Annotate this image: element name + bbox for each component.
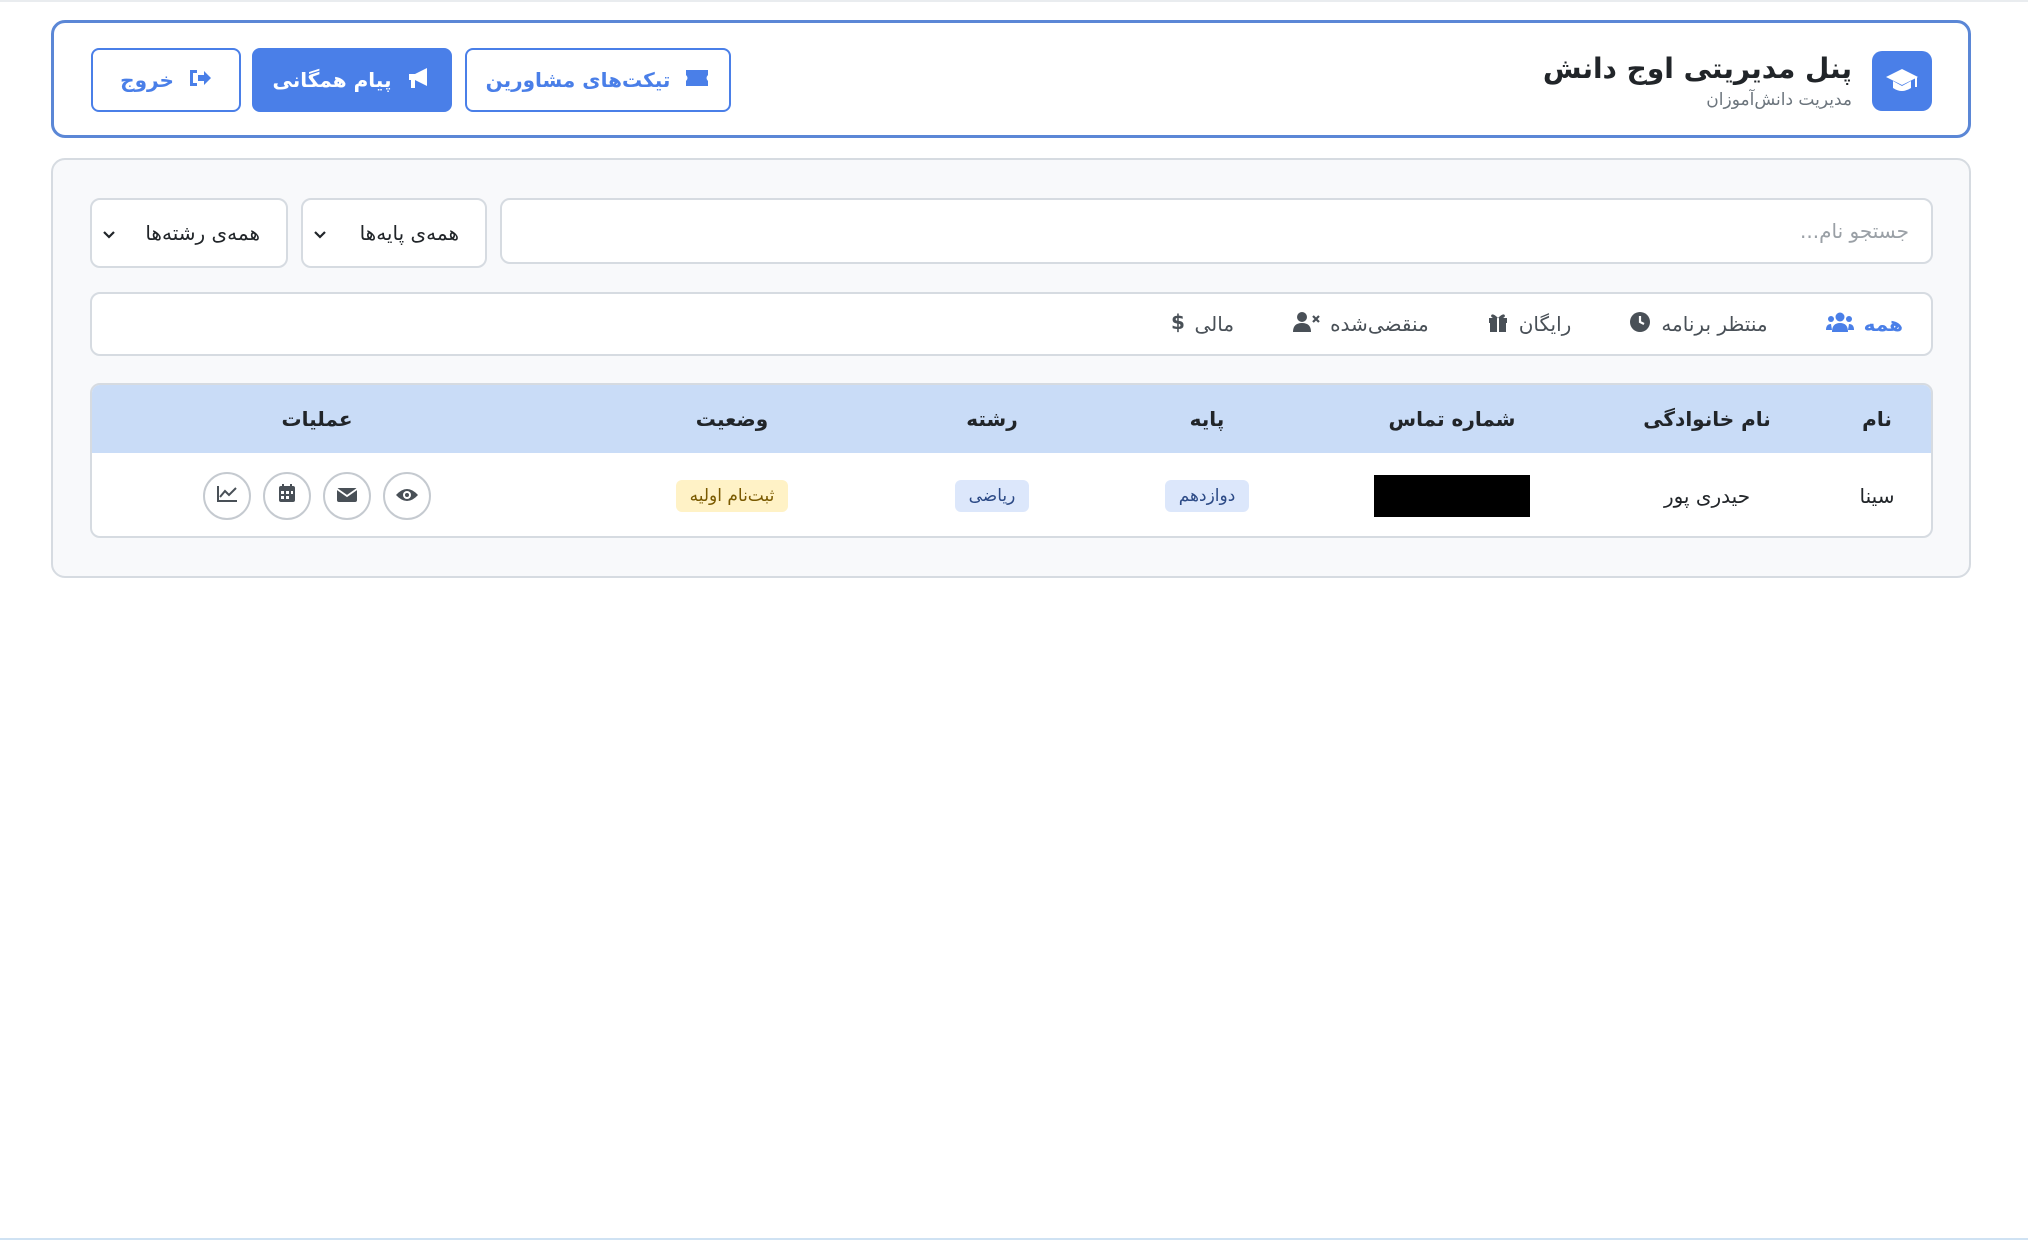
calendar-button[interactable] xyxy=(263,471,311,520)
dollar-icon: $ xyxy=(1171,310,1185,339)
field-select-value: همه‌ی رشته‌ها xyxy=(145,221,260,245)
tab-financial-label: مالی xyxy=(1194,312,1235,336)
chevron-down-icon xyxy=(313,221,327,245)
tab-expired[interactable]: منقضی‌شده xyxy=(1292,311,1429,338)
chevron-down-icon xyxy=(102,221,116,245)
tab-financial[interactable]: $ مالی xyxy=(1171,310,1235,339)
search-input[interactable] xyxy=(500,198,1933,264)
table-header: نام نام خانوادگی شماره تماس پایه رشته وض… xyxy=(92,385,1931,453)
top-divider xyxy=(0,0,2028,2)
tab-all-label: همه xyxy=(1863,312,1903,336)
students-card: همه‌ی پایه‌ها همه‌ی رشته‌ها همه xyxy=(51,158,1971,578)
counselor-tickets-button[interactable]: تیکت‌های مشاورین xyxy=(465,48,731,112)
field-select[interactable]: همه‌ی رشته‌ها xyxy=(90,198,288,268)
header-card: پنل مدیریتی اوج دانش مدیریت دانش‌آموزان … xyxy=(51,20,1971,138)
graduation-cap-icon xyxy=(1872,51,1932,111)
page: پنل مدیریتی اوج دانش مدیریت دانش‌آموزان … xyxy=(0,0,2028,1243)
calendar-icon xyxy=(277,483,297,508)
tab-expired-label: منقضی‌شده xyxy=(1330,312,1429,336)
page-subtitle: مدیریت دانش‌آموزان xyxy=(1706,90,1852,110)
column-grade: پایه xyxy=(1189,407,1225,431)
chart-button[interactable] xyxy=(203,471,251,520)
svg-text:$: $ xyxy=(1171,310,1185,334)
users-icon xyxy=(1825,311,1854,338)
chart-line-icon xyxy=(216,484,238,508)
page-title: پنل مدیریتی اوج دانش xyxy=(1542,52,1852,85)
sign-out-icon xyxy=(188,67,212,94)
grade-select-value: همه‌ی پایه‌ها xyxy=(359,221,459,245)
redacted-phone xyxy=(1374,474,1530,517)
cell-last-name: حیدری پور xyxy=(1592,453,1822,536)
status-badge: ثبت‌نام اولیه xyxy=(675,479,789,512)
first-name-text: سینا xyxy=(1859,483,1895,508)
cell-actions xyxy=(92,453,542,536)
cell-grade: دوازدهم xyxy=(1102,453,1312,536)
status-tabs: همه منتظر برنامه رایگان منقضی‌شده xyxy=(90,292,1933,356)
column-last-name: نام خانوادگی xyxy=(1643,407,1771,431)
message-button[interactable] xyxy=(323,471,371,520)
view-button[interactable] xyxy=(383,471,431,520)
tab-awaiting-plan-label: منتظر برنامه xyxy=(1661,312,1768,336)
user-times-icon xyxy=(1292,311,1320,338)
bullhorn-icon xyxy=(405,66,431,95)
row-actions xyxy=(203,471,431,520)
column-actions: عملیات xyxy=(281,407,353,431)
cell-field: ریاضی xyxy=(882,453,1102,536)
column-field: رشته xyxy=(966,407,1018,431)
envelope-icon xyxy=(336,484,358,508)
brand: پنل مدیریتی اوج دانش مدیریت دانش‌آموزان xyxy=(1543,50,1932,112)
bottom-divider xyxy=(0,1238,2028,1240)
column-phone: شماره تماس xyxy=(1388,407,1516,431)
column-status: وضعیت xyxy=(695,407,769,431)
tab-free[interactable]: رایگان xyxy=(1487,311,1572,338)
students-table: نام نام خانوادگی شماره تماس پایه رشته وض… xyxy=(90,383,1933,538)
ticket-icon xyxy=(684,68,710,92)
cell-phone xyxy=(1312,453,1592,536)
field-badge: ریاضی xyxy=(954,479,1030,512)
eye-icon xyxy=(395,484,419,508)
logout-button[interactable]: خروج xyxy=(91,48,241,112)
cell-first-name: سینا xyxy=(1822,453,1931,536)
tab-all[interactable]: همه xyxy=(1825,311,1903,338)
clock-icon xyxy=(1629,311,1651,338)
counselor-tickets-label: تیکت‌های مشاورین xyxy=(485,68,671,92)
gift-icon xyxy=(1487,311,1509,338)
broadcast-label: پیام همگانی xyxy=(272,68,392,92)
cell-status: ثبت‌نام اولیه xyxy=(582,453,882,536)
column-first-name: نام xyxy=(1862,407,1892,431)
grade-badge: دوازدهم xyxy=(1164,479,1250,512)
tab-awaiting-plan[interactable]: منتظر برنامه xyxy=(1629,311,1768,338)
last-name-text: حیدری پور xyxy=(1663,483,1751,508)
logout-label: خروج xyxy=(120,68,174,92)
tab-free-label: رایگان xyxy=(1518,312,1572,336)
grade-select[interactable]: همه‌ی پایه‌ها xyxy=(301,198,487,268)
brand-text: پنل مدیریتی اوج دانش مدیریت دانش‌آموزان xyxy=(1543,51,1852,111)
broadcast-message-button[interactable]: پیام همگانی xyxy=(252,48,452,112)
